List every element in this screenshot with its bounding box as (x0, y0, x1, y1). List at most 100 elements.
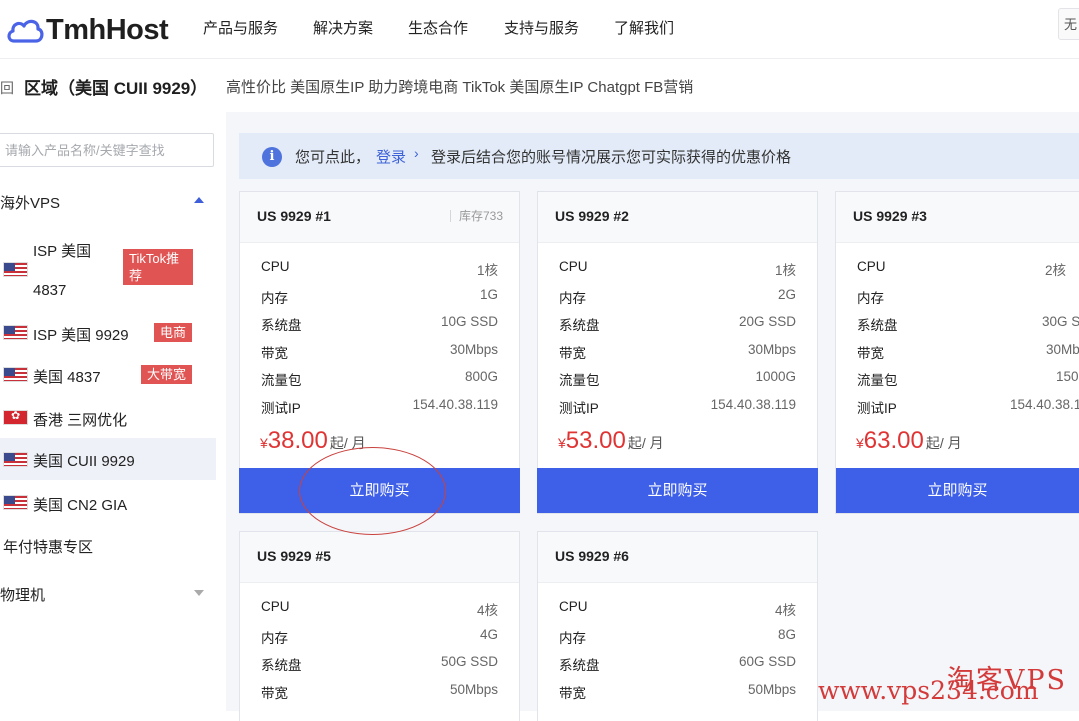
main-content: i 您可点此， 登录 › 登录后结合您的账号情况展示您可实际获得的优惠价格 US… (226, 112, 1079, 721)
spec-label-bandwidth: 带宽 (559, 686, 586, 701)
card-header: US 9929 #3 (836, 192, 1079, 243)
nav-ecosystem[interactable]: 生态合作 (408, 17, 468, 38)
sidebar-item-us-cn2-gia[interactable]: 美国 CN2 GIA (0, 486, 216, 520)
spec-value-test-ip: 154.40.38.119 (710, 397, 796, 412)
login-notice: i 您可点此， 登录 › 登录后结合您的账号情况展示您可实际获得的优惠价格 (239, 133, 1079, 179)
card-title: US 9929 #1 (257, 208, 331, 224)
spec-label-bandwidth: 带宽 (559, 346, 586, 361)
sidebar-item-label: ISP 美国 (33, 243, 92, 260)
sidebar-item-isp-us-9929[interactable]: ISP 美国 9929 电商 (0, 316, 216, 350)
spec-value-test-ip: 154.40.38.119 (1010, 397, 1079, 412)
price-currency: ¥ (558, 435, 566, 451)
caret-down-icon[interactable] (194, 590, 204, 596)
spec-value-ram: 4G (479, 627, 498, 642)
sidebar-item-us-4837[interactable]: 美国 4837 大带宽 (0, 358, 216, 392)
nav-products[interactable]: 产品与服务 (203, 17, 278, 38)
spec-value-bandwidth: 30Mbps (747, 342, 796, 357)
spec-value-bandwidth: 30Mbps (1046, 342, 1079, 357)
tag-badge: 电商 (154, 323, 193, 342)
card-header: US 9929 #1 库存733 (240, 192, 519, 243)
search-input[interactable] (0, 133, 214, 167)
watermark: 淘客VPS www.vps234.com (818, 662, 1078, 710)
spec-value-cpu: 1核 (476, 263, 498, 278)
spec-label-cpu: CPU (559, 599, 588, 614)
us-flag-icon (3, 452, 28, 467)
logo[interactable]: TmhHost (6, 12, 169, 48)
price-unit: 起/ 月 (925, 435, 962, 451)
spec-value-disk: 60G SSD (738, 654, 796, 669)
spec-value-disk: 10G SSD (440, 314, 498, 329)
chevron-right-icon: › (414, 145, 419, 161)
tag-badge: TikTok推荐 (123, 249, 193, 285)
spec-label-ram: 内存 (261, 631, 288, 646)
sidebar-item-label: 香港 三网优化 (33, 412, 128, 429)
spec-label-disk: 系统盘 (857, 318, 898, 333)
buy-now-button[interactable]: 立即购买 (537, 468, 818, 513)
spec-label-traffic: 流量包 (857, 373, 898, 388)
sidebar-item-hk[interactable]: 香港 三网优化 (0, 401, 216, 435)
sidebar: 海外VPS ISP 美国 4837 TikTok推荐 ISP 美国 9929 电… (0, 112, 216, 711)
logo-text: TmhHost (46, 13, 169, 46)
spec-value-ram: 2G (777, 287, 796, 302)
category-physical-server[interactable]: 物理机 (0, 584, 45, 605)
spec-label-test-ip: 测试IP (559, 401, 599, 416)
nav-solutions[interactable]: 解决方案 (313, 17, 373, 38)
card-title: US 9929 #6 (555, 548, 629, 564)
spec-value-traffic: 800G (464, 369, 498, 384)
spec-label-disk: 系统盘 (559, 658, 600, 673)
product-card: US 9929 #6 CPU 4核 内存 8G 系统盘 60G SSD 带宽 5… (537, 531, 818, 721)
us-flag-icon (3, 367, 28, 382)
price-amount: 38.00 (267, 427, 328, 454)
sidebar-item-us-cuii-9929[interactable]: 美国 CUII 9929 (0, 438, 216, 480)
spec-value-disk: 30G SSD (1042, 314, 1079, 329)
top-right-button[interactable]: 无 (1058, 8, 1079, 40)
category-overseas-vps[interactable]: 海外VPS (0, 192, 60, 213)
product-card: US 9929 #3 CPU 2核 内存 系统盘 30G SSD 带宽 30Mb… (835, 191, 1079, 514)
spec-label-ram: 内存 (261, 291, 288, 306)
spec-value-bandwidth: 50Mbps (747, 682, 796, 697)
spec-value-cpu: 4核 (774, 603, 796, 618)
sidebar-item-label-line2: 4837 (33, 282, 67, 299)
sidebar-item-label: 美国 CUII 9929 (33, 453, 135, 470)
card-header: US 9929 #5 (240, 532, 519, 583)
us-flag-icon (3, 325, 28, 340)
breadcrumb: 回 区域（美国 CUII 9929） 高性价比 美国原生IP 助力跨境电商 Ti… (0, 72, 1079, 98)
spec-label-traffic: 流量包 (559, 373, 600, 388)
us-flag-icon (3, 262, 28, 277)
highlight-circle-annotation (299, 447, 446, 535)
card-title: US 9929 #2 (555, 208, 629, 224)
category-annual-deals[interactable]: 年付特惠专区 (3, 536, 93, 557)
spec-label-bandwidth: 带宽 (261, 346, 288, 361)
spec-value-test-ip: 154.40.38.119 (412, 397, 498, 412)
spec-value-disk: 20G SSD (738, 314, 796, 329)
spec-label-disk: 系统盘 (261, 658, 302, 673)
tag-badge: 大带宽 (141, 365, 193, 384)
spec-value-bandwidth: 50Mbps (449, 682, 498, 697)
hk-flag-icon (3, 410, 28, 425)
spec-label-traffic: 流量包 (261, 373, 302, 388)
price-currency: ¥ (260, 435, 268, 451)
page-title: 区域（美国 CUII 9929） (24, 79, 208, 98)
nav-about[interactable]: 了解我们 (614, 17, 674, 38)
login-link[interactable]: 登录 (376, 146, 406, 167)
info-icon: i (262, 147, 282, 167)
caret-up-icon[interactable] (194, 197, 204, 203)
card-title: US 9929 #5 (257, 548, 331, 564)
spec-value-ram: 8G (777, 627, 796, 642)
card-title: US 9929 #3 (853, 208, 927, 224)
nav-support[interactable]: 支持与服务 (504, 17, 579, 38)
back-link[interactable]: 回 (0, 78, 14, 98)
spec-label-test-ip: 测试IP (857, 401, 897, 416)
spec-label-disk: 系统盘 (559, 318, 600, 333)
us-flag-icon (3, 495, 28, 510)
buy-now-button[interactable]: 立即购买 (836, 468, 1079, 513)
spec-label-ram: 内存 (559, 631, 586, 646)
spec-label-bandwidth: 带宽 (261, 686, 288, 701)
price: ¥53.00 起/ 月 (558, 427, 664, 455)
spec-value-disk: 50G SSD (440, 654, 498, 669)
price-currency: ¥ (856, 435, 864, 451)
sidebar-item-isp-us-4837[interactable]: ISP 美国 4837 TikTok推荐 (0, 228, 216, 299)
notice-prefix: 您可点此， (295, 149, 371, 166)
product-card: US 9929 #2 CPU 1核 内存 2G 系统盘 20G SSD 带宽 3… (537, 191, 818, 514)
spec-value-traffic: 1500G (1056, 369, 1079, 384)
